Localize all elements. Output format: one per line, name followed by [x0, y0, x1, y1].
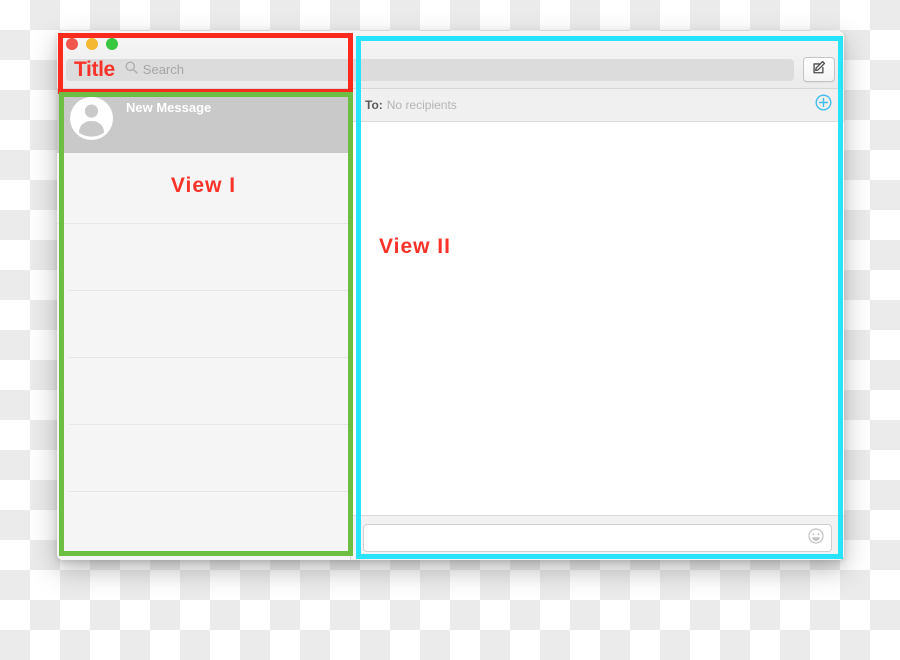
view-one-annotation-row: View I: [57, 153, 350, 224]
to-field-label: To:: [365, 98, 383, 112]
message-input[interactable]: [363, 524, 832, 552]
smiley-icon[interactable]: [808, 527, 824, 549]
list-item[interactable]: [69, 425, 350, 492]
list-item[interactable]: New Message: [57, 89, 350, 153]
message-detail-pane: To: No recipients View II: [351, 89, 844, 560]
traffic-lights: [66, 38, 118, 50]
person-avatar-icon: [69, 96, 114, 141]
close-button[interactable]: [66, 38, 78, 50]
app-window: Title Search New Message View I To: No r…: [57, 31, 844, 560]
page-title: Title: [74, 58, 115, 81]
compose-button[interactable]: [803, 57, 835, 82]
search-placeholder-text: Search: [142, 62, 184, 77]
screenshot-stage: Title Search New Message View I To: No r…: [0, 0, 900, 660]
message-compose-bar: [351, 515, 844, 560]
compose-icon: [812, 60, 827, 80]
conversation-sidebar: New Message View I: [57, 89, 351, 560]
list-item[interactable]: [69, 291, 350, 358]
list-item-title: New Message: [126, 100, 212, 115]
search-icon: [125, 61, 138, 79]
list-item[interactable]: [69, 358, 350, 425]
circle-plus-icon[interactable]: [815, 94, 832, 116]
minimize-button[interactable]: [86, 38, 98, 50]
zoom-button[interactable]: [106, 38, 118, 50]
recipients-bar: To: No recipients: [351, 89, 844, 122]
titlebar-search-row: Title Search: [66, 57, 835, 82]
view-two-label: View II: [379, 235, 451, 258]
view-one-label: View I: [170, 174, 237, 197]
window-body: New Message View I To: No recipients Vie…: [57, 89, 844, 560]
list-item[interactable]: [69, 224, 350, 291]
window-titlebar: Title Search: [57, 31, 844, 89]
message-canvas: View II: [351, 122, 844, 515]
to-field-input[interactable]: No recipients: [387, 98, 815, 112]
search-input[interactable]: Title Search: [66, 58, 794, 81]
list-item[interactable]: [69, 492, 350, 558]
